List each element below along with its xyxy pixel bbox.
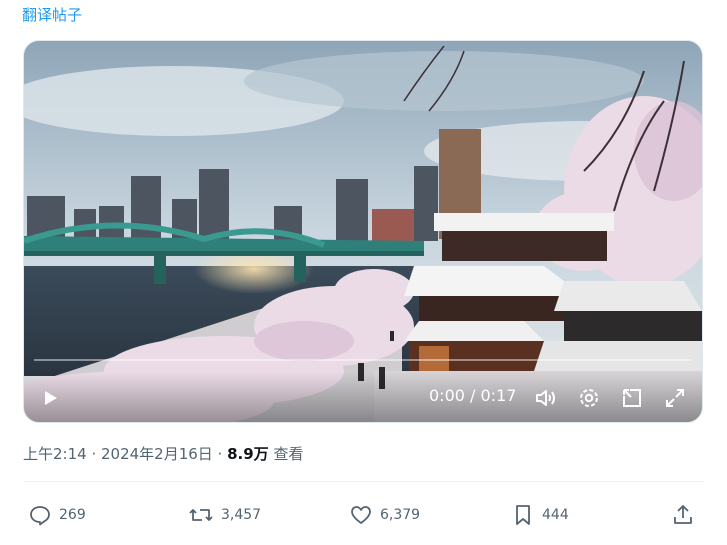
divider xyxy=(23,481,704,482)
post-meta: 上午2:14 · 2024年2月16日 · 8.9万 查看 xyxy=(23,443,303,464)
bookmark-count: 444 xyxy=(542,507,569,523)
reply-count: 269 xyxy=(59,507,86,523)
video-time: 0:00 / 0:17 xyxy=(429,386,517,405)
settings-icon[interactable] xyxy=(575,384,603,412)
post-detail: 翻译帖子 0:00 / 0:17 上午2:14 · 2024年2月16日 · 8… xyxy=(0,0,727,545)
like-icon xyxy=(351,506,371,524)
like-button[interactable]: 6,379 xyxy=(349,500,420,530)
action-bar: 269 3,457 6,379 444 xyxy=(0,500,727,530)
reply-button[interactable]: 269 xyxy=(28,500,86,530)
video-frame xyxy=(24,41,702,422)
bookmark-button[interactable]: 444 xyxy=(511,500,569,530)
share-icon xyxy=(674,505,692,524)
post-timestamp[interactable]: 上午2:14 · 2024年2月16日 · xyxy=(23,445,227,463)
video-player[interactable]: 0:00 / 0:17 xyxy=(23,40,703,423)
view-label: 查看 xyxy=(268,445,304,463)
fullscreen-icon[interactable] xyxy=(661,384,689,412)
progress-bar[interactable] xyxy=(34,359,692,361)
view-count: 8.9万 xyxy=(227,445,269,463)
bookmark-icon xyxy=(516,505,530,525)
share-button[interactable] xyxy=(671,500,695,530)
reply-icon xyxy=(30,506,50,526)
video-controls: 0:00 / 0:17 xyxy=(24,372,702,422)
play-icon[interactable] xyxy=(36,384,64,412)
repost-icon xyxy=(189,509,213,521)
like-count: 6,379 xyxy=(380,507,421,523)
repost-button[interactable]: 3,457 xyxy=(188,500,261,530)
repost-count: 3,457 xyxy=(221,507,262,523)
pip-icon[interactable] xyxy=(618,384,646,412)
volume-icon[interactable] xyxy=(532,384,560,412)
translate-post-link[interactable]: 翻译帖子 xyxy=(22,4,82,25)
